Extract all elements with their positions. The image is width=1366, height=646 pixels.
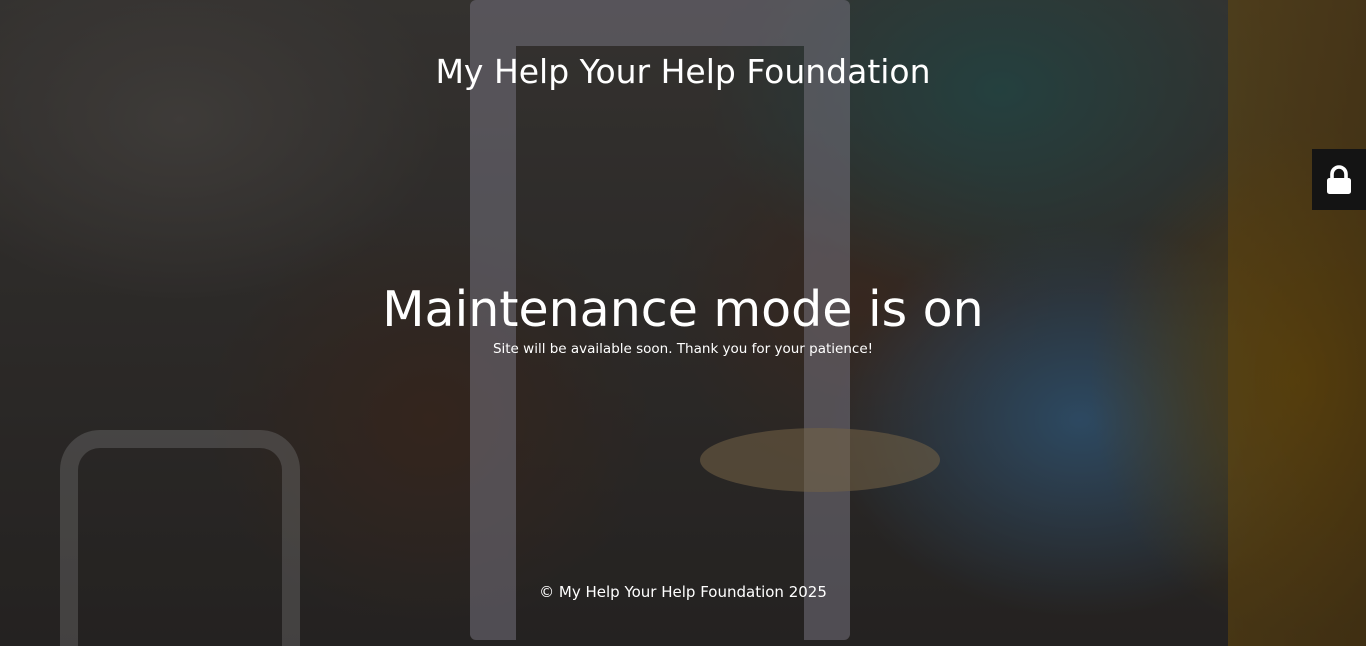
maintenance-message: Site will be available soon. Thank you f… xyxy=(492,341,874,357)
lock-icon xyxy=(1327,164,1351,194)
login-button[interactable] xyxy=(1312,149,1366,210)
maintenance-headline: Maintenance mode is on xyxy=(382,281,984,338)
site-title: My Help Your Help Foundation xyxy=(435,52,931,91)
footer-copyright: © My Help Your Help Foundation 2025 xyxy=(539,583,827,601)
